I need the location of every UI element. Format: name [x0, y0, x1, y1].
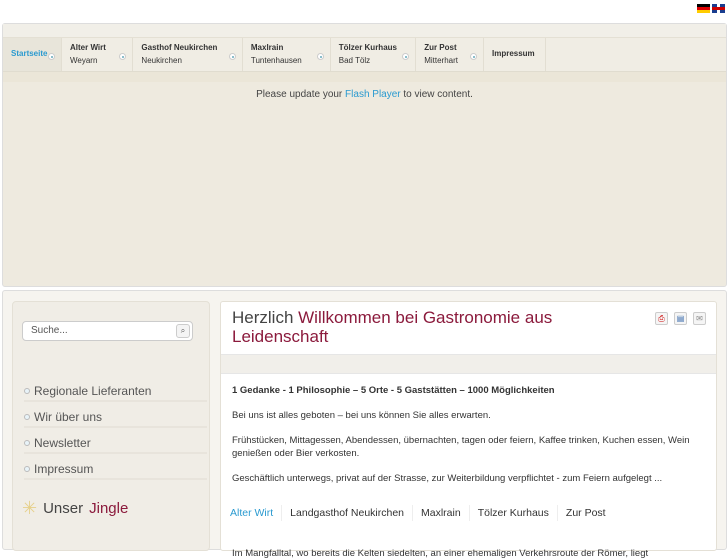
english-flag-icon[interactable]	[712, 4, 725, 13]
top-strip	[3, 24, 726, 38]
tab-content-text: Im Mangfalltal, wo bereits die Kelten si…	[232, 548, 649, 559]
jingle-label-accent: Jingle	[89, 500, 129, 517]
header: Startseite Alter Wirt Weyarn Gasthof Neuk…	[2, 23, 727, 287]
search-input[interactable]: Suche... ⌕	[22, 321, 193, 341]
nav-impressum[interactable]: Impressum	[484, 38, 546, 71]
tab-toelzer-kurhaus[interactable]: Tölzer Kurhaus	[470, 505, 558, 521]
german-flag-icon[interactable]	[697, 4, 710, 13]
language-switcher	[697, 4, 725, 13]
email-icon[interactable]: ✉	[693, 312, 706, 325]
sidebar-item-label: Newsletter	[34, 435, 91, 450]
jingle-label: Unser	[43, 500, 84, 517]
bullet-icon	[24, 465, 30, 472]
nav-alter-wirt[interactable]: Alter Wirt Weyarn	[62, 38, 134, 71]
flash-text: Please update your	[256, 89, 346, 100]
sidebar-menu: Regionale Lieferanten Wir über uns Newsl…	[24, 376, 207, 480]
paragraph: Geschäftlich unterwegs, privat auf der S…	[232, 473, 663, 484]
page-title: Herzlich Willkommen bei Gastronomie aus …	[232, 308, 612, 346]
lead-text: 1 Gedanke - 1 Philosophie – 5 Orte - 5 G…	[232, 385, 555, 396]
search-placeholder: Suche...	[31, 325, 68, 336]
nav-label: Impressum	[491, 49, 535, 58]
nav-sub: Tuntenhausen	[250, 56, 302, 65]
dropdown-dot-icon	[48, 53, 55, 60]
main-area: Suche... ⌕ Regionale Lieferanten Wir über…	[2, 290, 727, 559]
tab-zur-post[interactable]: Zur Post	[558, 505, 614, 521]
nav-label: Maxlrain	[250, 43, 284, 52]
nav-toelzer-kurhaus[interactable]: Tölzer Kurhaus Bad Tölz	[331, 38, 417, 71]
sidebar-item-regionale-lieferanten[interactable]: Regionale Lieferanten	[24, 376, 207, 402]
tab-landgasthof-neukirchen[interactable]: Landgasthof Neukirchen	[282, 505, 414, 521]
nav-label: Alter Wirt	[70, 43, 106, 52]
search-icon[interactable]: ⌕	[176, 324, 190, 338]
sidebar-item-label: Wir über uns	[34, 409, 103, 424]
nav-sub: Mitterhart	[424, 56, 458, 65]
dropdown-dot-icon	[119, 53, 127, 60]
flash-player-link[interactable]: Flash Player	[345, 89, 401, 100]
sidebar-item-impressum[interactable]: Impressum	[24, 454, 207, 480]
dropdown-dot-icon	[469, 53, 477, 60]
tab-alter-wirt[interactable]: Alter Wirt	[225, 505, 283, 521]
dropdown-dot-icon	[402, 53, 410, 60]
pdf-icon[interactable]: ⎙	[655, 312, 668, 325]
nav-zur-post[interactable]: Zur Post Mitterhart	[416, 38, 484, 71]
divider	[221, 354, 716, 374]
nav-sub: Weyarn	[70, 56, 98, 65]
nav-label: Gasthof Neukirchen	[141, 43, 218, 52]
nav-label: Zur Post	[424, 43, 457, 52]
article-body: 1 Gedanke - 1 Philosophie – 5 Orte - 5 G…	[232, 384, 707, 497]
dropdown-dot-icon	[228, 53, 236, 60]
nav-label: Tölzer Kurhaus	[338, 43, 397, 52]
bullet-icon	[24, 439, 30, 446]
title-part: Herzlich	[232, 308, 299, 327]
nav-label: Startseite	[11, 49, 48, 58]
sidebar-item-label: Impressum	[34, 461, 94, 476]
nav-startseite[interactable]: Startseite	[3, 38, 62, 71]
flash-notice: Please update your Flash Player to view …	[3, 89, 726, 100]
sidebar-item-wir-ueber-uns[interactable]: Wir über uns	[24, 402, 207, 428]
bullet-icon	[24, 413, 30, 420]
main-nav: Startseite Alter Wirt Weyarn Gasthof Neuk…	[3, 38, 726, 72]
bullet-icon	[24, 387, 30, 394]
paragraph: Bei uns ist alles geboten – bei uns könn…	[232, 410, 491, 421]
article: Herzlich Willkommen bei Gastronomie aus …	[220, 301, 717, 559]
nav-maxlrain[interactable]: Maxlrain Tuntenhausen	[243, 38, 331, 71]
sidebar-item-newsletter[interactable]: Newsletter	[24, 428, 207, 454]
tab-maxlrain[interactable]: Maxlrain	[413, 505, 470, 521]
dropdown-dot-icon	[316, 53, 324, 60]
flash-text: to view content.	[400, 89, 473, 100]
nav-sub: Bad Tölz	[338, 56, 371, 65]
location-tabs: Alter Wirt Landgasthof Neukirchen Maxlra…	[225, 505, 614, 521]
nav-band	[3, 72, 726, 82]
star-icon: ✳	[22, 498, 38, 518]
nav-gasthof-neukirchen[interactable]: Gasthof Neukirchen Neukirchen	[133, 38, 243, 71]
sidebar: Suche... ⌕ Regionale Lieferanten Wir über…	[12, 301, 210, 551]
article-tools: ⎙ ▤ ✉	[655, 312, 706, 325]
nav-sub: Neukirchen	[141, 56, 182, 65]
jingle-heading: ✳ Unser Jingle	[22, 498, 128, 519]
paragraph: Frühstücken, Mittagessen, Abendessen, üb…	[232, 435, 690, 459]
print-icon[interactable]: ▤	[674, 312, 687, 325]
sidebar-item-label: Regionale Lieferanten	[34, 383, 152, 398]
